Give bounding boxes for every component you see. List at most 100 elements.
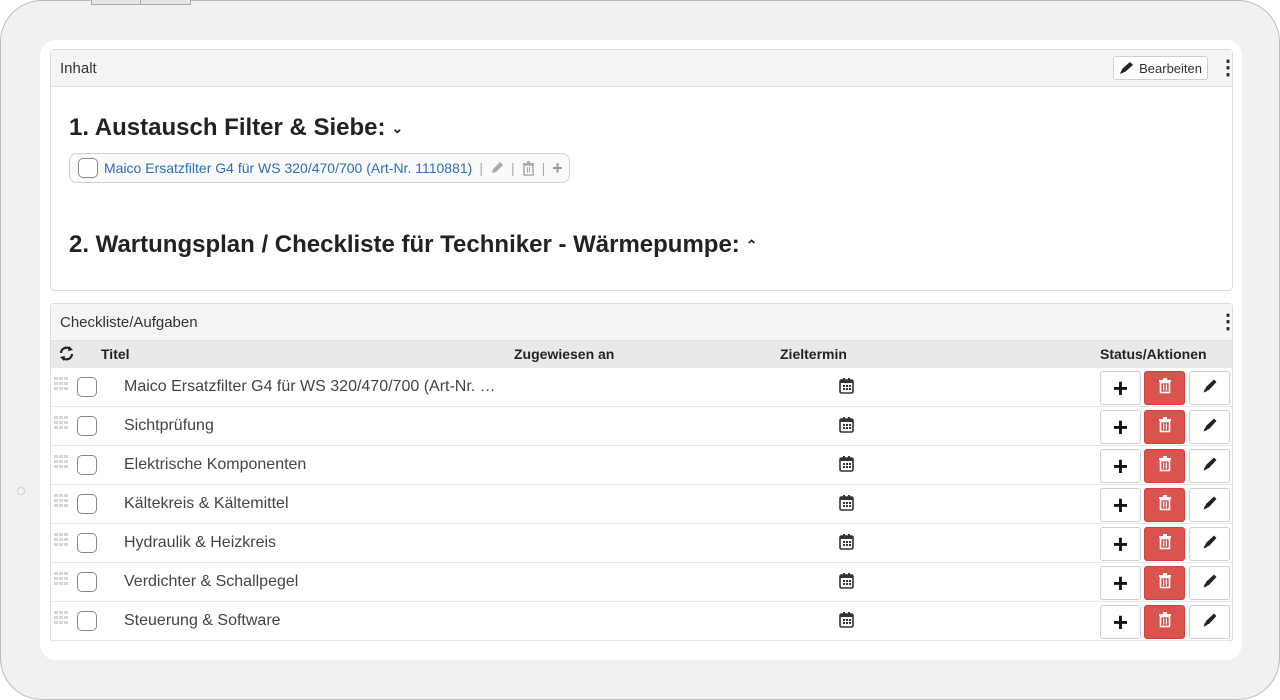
table-row: Maico Ersatzfilter G4 für WS 320/470/700… [51, 368, 1232, 407]
task-title[interactable]: Elektrische Komponenten [124, 456, 306, 474]
trash-icon[interactable] [522, 160, 535, 176]
column-title[interactable]: Titel [101, 346, 130, 362]
add-subtask-button[interactable]: + [1100, 527, 1141, 561]
edit-task-button[interactable] [1189, 449, 1230, 483]
section-2-title: 2. Wartungsplan / Checkliste für Technik… [69, 231, 740, 258]
table-row: Steuerung & Software + [51, 602, 1232, 641]
row-checkbox[interactable] [77, 416, 97, 436]
row-checkbox[interactable] [77, 455, 97, 475]
plus-icon: + [1112, 372, 1129, 403]
edit-task-button[interactable] [1189, 566, 1230, 600]
drag-handle-icon[interactable] [54, 572, 68, 585]
delete-task-button[interactable] [1144, 449, 1185, 483]
table-row: Kältekreis & Kältemittel + [51, 485, 1232, 524]
task-title[interactable]: Hydraulik & Heizkreis [124, 534, 276, 552]
task-title[interactable]: Verdichter & Schallpegel [124, 573, 298, 591]
checklist-panel-title: Checkliste/Aufgaben [60, 313, 198, 331]
drag-handle-icon[interactable] [54, 455, 68, 468]
pencil-icon [1202, 573, 1218, 594]
calendar-icon[interactable] [839, 573, 854, 594]
calendar-icon[interactable] [839, 456, 854, 477]
delete-task-button[interactable] [1144, 410, 1185, 444]
delete-task-button[interactable] [1144, 488, 1185, 522]
delete-task-button[interactable] [1144, 371, 1185, 405]
content-menu-icon[interactable]: ⋮ [1218, 58, 1238, 78]
task-title[interactable]: Maico Ersatzfilter G4 für WS 320/470/700… [124, 378, 496, 396]
edit-task-button[interactable] [1189, 488, 1230, 522]
section-1-title: 1. Austausch Filter & Siebe: [69, 114, 386, 141]
content-panel-header: Inhalt Bearbeiten ⋮ [51, 50, 1238, 87]
drag-handle-icon[interactable] [54, 611, 68, 624]
content-panel: Inhalt Bearbeiten ⋮ 1. Austausch Filter … [50, 49, 1238, 291]
drag-handle-icon[interactable] [54, 533, 68, 546]
add-subtask-button[interactable]: + [1100, 605, 1141, 639]
plus-icon: + [1112, 411, 1129, 442]
table-row: Sichtprüfung + [51, 407, 1232, 446]
article-item: Maico Ersatzfilter G4 für WS 320/470/700… [69, 153, 570, 183]
drag-handle-icon[interactable] [54, 494, 68, 507]
row-checkbox[interactable] [77, 377, 97, 397]
table-row: Verdichter & Schallpegel + [51, 563, 1232, 602]
delete-task-button[interactable] [1144, 566, 1185, 600]
checklist-menu-icon[interactable]: ⋮ [1218, 312, 1238, 332]
calendar-icon[interactable] [839, 534, 854, 555]
section-1-heading[interactable]: 1. Austausch Filter & Siebe: ⌄ [69, 114, 403, 142]
plus-icon: + [1112, 528, 1129, 559]
separator: | [479, 160, 483, 176]
table-row: Hydraulik & Heizkreis + [51, 524, 1232, 563]
calendar-icon[interactable] [839, 417, 854, 438]
edit-task-button[interactable] [1189, 371, 1230, 405]
task-title[interactable]: Kältekreis & Kältemittel [124, 495, 289, 513]
calendar-icon[interactable] [839, 612, 854, 633]
pencil-icon [1202, 495, 1218, 516]
add-subtask-button[interactable]: + [1100, 488, 1141, 522]
section-2-heading[interactable]: 2. Wartungsplan / Checkliste für Technik… [69, 231, 758, 259]
separator: | [541, 160, 546, 176]
pencil-icon [1202, 612, 1218, 633]
chevron-up-icon[interactable]: ⌃ [746, 237, 758, 254]
edit-task-button[interactable] [1189, 605, 1230, 639]
column-due[interactable]: Zieltermin [780, 346, 847, 362]
edit-task-button[interactable] [1189, 410, 1230, 444]
calendar-icon[interactable] [839, 495, 854, 516]
trash-icon [1158, 572, 1172, 594]
checklist-panel: Checkliste/Aufgaben ⋮ Titel Zugewiesen a… [50, 303, 1238, 643]
article-checkbox[interactable] [78, 158, 98, 178]
article-link[interactable]: Maico Ersatzfilter G4 für WS 320/470/700… [104, 160, 472, 176]
checklist-panel-header: Checkliste/Aufgaben ⋮ [51, 304, 1238, 341]
trash-icon [1158, 533, 1172, 555]
drag-handle-icon[interactable] [54, 377, 68, 390]
trash-icon [1158, 377, 1172, 399]
pencil-icon [1202, 456, 1218, 477]
plus-icon: + [1112, 450, 1129, 481]
chevron-down-icon[interactable]: ⌄ [392, 120, 404, 137]
separator: | [510, 160, 515, 176]
edit-button[interactable]: Bearbeiten [1113, 56, 1208, 80]
frame-tab [91, 0, 191, 5]
row-checkbox[interactable] [77, 533, 97, 553]
drag-handle-icon[interactable] [54, 416, 68, 429]
add-subtask-button[interactable]: + [1100, 410, 1141, 444]
refresh-icon[interactable] [58, 345, 75, 362]
plus-icon[interactable]: + [552, 158, 563, 179]
row-checkbox[interactable] [77, 572, 97, 592]
add-subtask-button[interactable]: + [1100, 371, 1141, 405]
row-checkbox[interactable] [77, 494, 97, 514]
row-checkbox[interactable] [77, 611, 97, 631]
plus-icon: + [1112, 567, 1129, 598]
pencil-icon [1202, 417, 1218, 438]
column-status: Status/Aktionen [1100, 346, 1207, 362]
add-subtask-button[interactable]: + [1100, 566, 1141, 600]
column-assigned[interactable]: Zugewiesen an [514, 346, 614, 362]
delete-task-button[interactable] [1144, 605, 1185, 639]
task-title[interactable]: Sichtprüfung [124, 417, 214, 435]
table-row: Elektrische Komponenten + [51, 446, 1232, 485]
calendar-icon[interactable] [839, 378, 854, 399]
plus-icon: + [1112, 606, 1129, 637]
add-subtask-button[interactable]: + [1100, 449, 1141, 483]
pencil-icon[interactable] [490, 161, 504, 175]
task-title[interactable]: Steuerung & Software [124, 612, 281, 630]
delete-task-button[interactable] [1144, 527, 1185, 561]
edit-task-button[interactable] [1189, 527, 1230, 561]
content-panel-title: Inhalt [60, 59, 97, 77]
